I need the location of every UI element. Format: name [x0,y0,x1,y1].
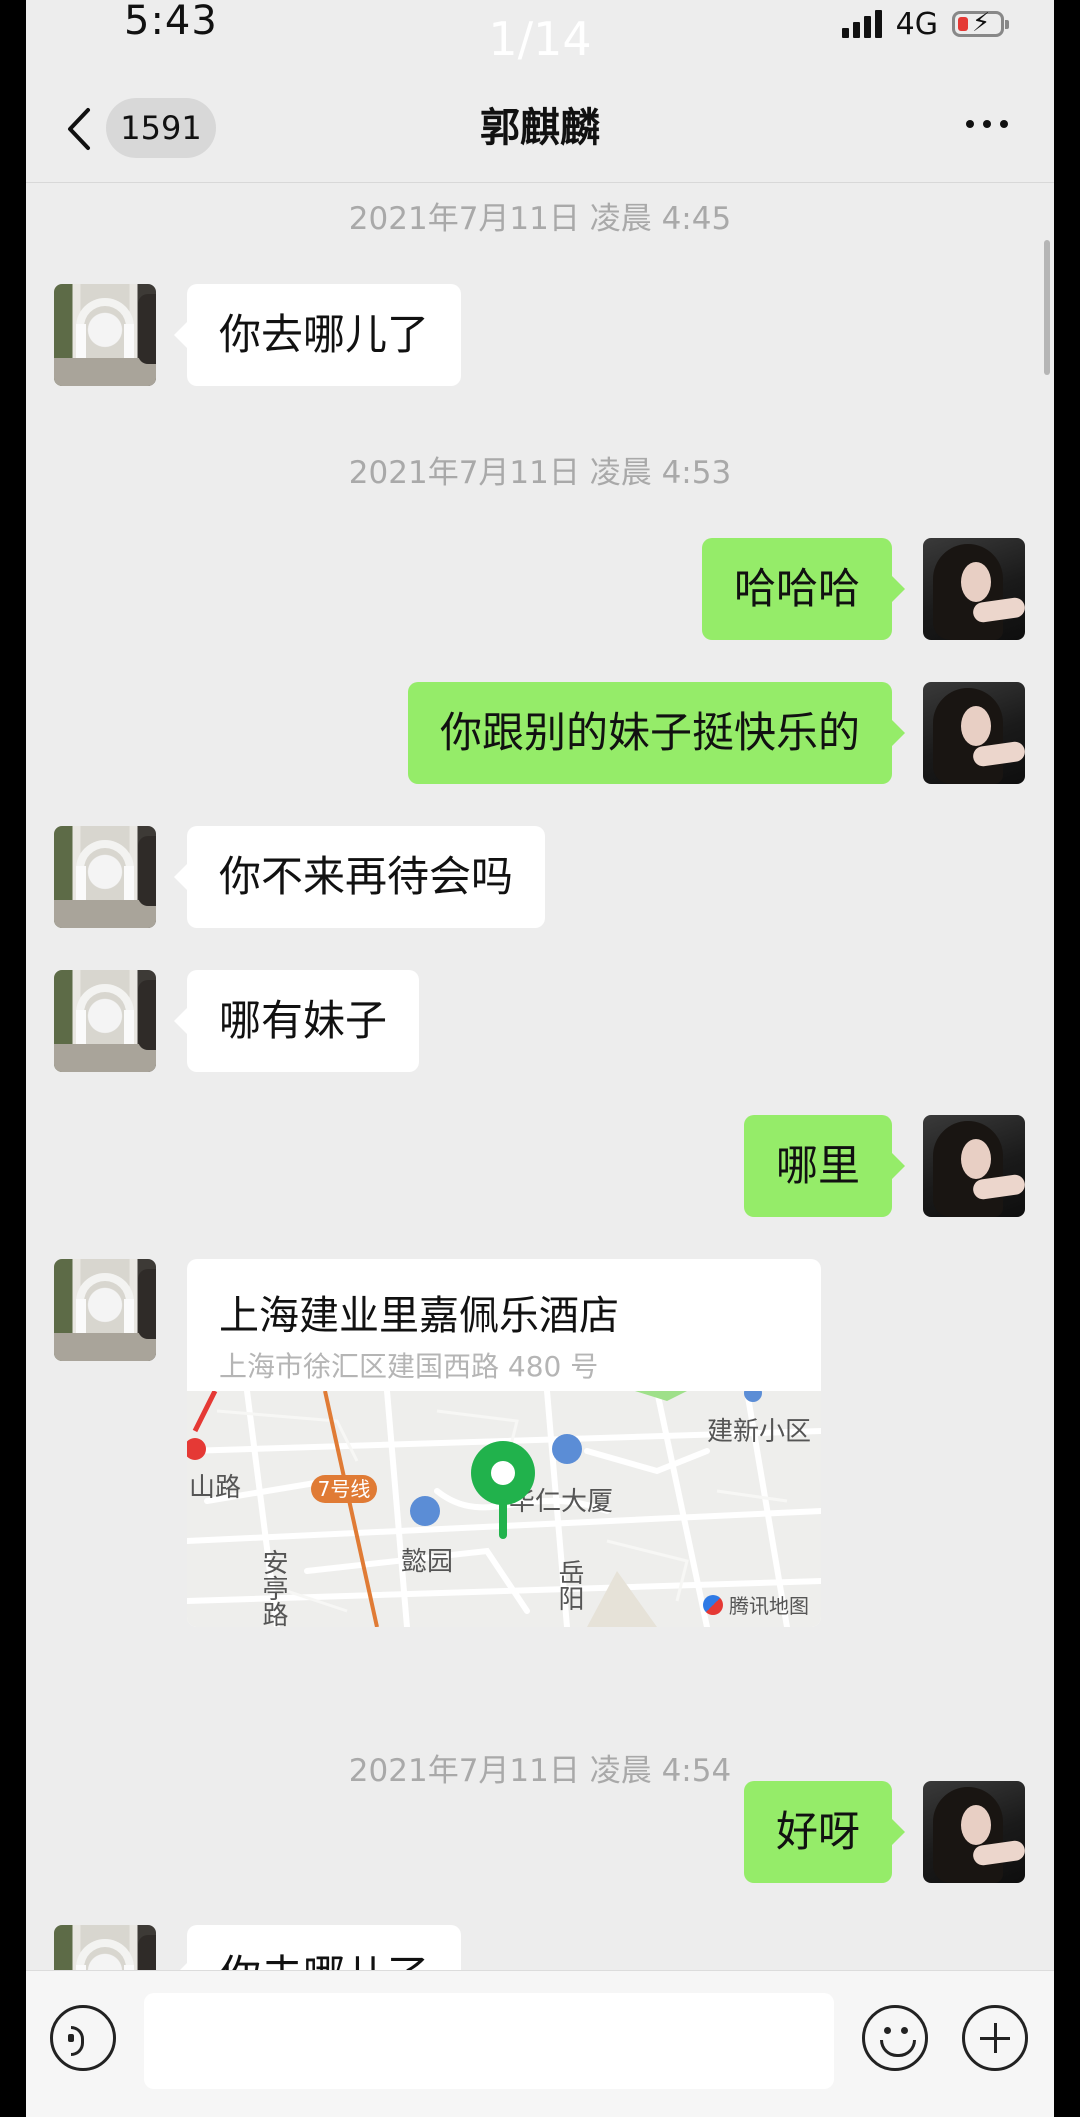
signal-icon [841,10,882,38]
scrollbar[interactable] [1044,240,1050,375]
chat-title: 郭麒麟 [480,105,600,151]
status-bar: 5:43 1/14 4G ⚡ [26,0,1054,66]
network-type: 4G [895,6,938,42]
status-indicators: 4G ⚡ [841,4,1009,44]
map-label: 岳阳 [554,1559,584,1611]
message-input[interactable] [144,1993,834,2089]
avatar[interactable] [923,1115,1025,1217]
timestamp: 2021年7月11日 凌晨 4:45 [348,201,732,237]
avatar[interactable] [923,538,1025,640]
avatar[interactable] [54,970,156,1072]
tencent-map-logo-icon [703,1594,723,1615]
map-provider-label: 腾讯地图 [729,1594,809,1618]
message-bubble[interactable]: 哈哈哈 [701,538,906,640]
avatar[interactable] [923,682,1025,784]
map-label: 山路 [189,1473,242,1503]
message-list[interactable]: 2021年7月11日 凌晨 4:45 你去哪儿了 2021年7月11日 凌晨 4… [26,183,1054,1970]
voice-icon[interactable] [50,2005,116,2071]
location-map[interactable]: 山路 7号线 华仁大厦 建新小区 懿园 安亭路 岳阳 腾讯地图 [187,1391,821,1627]
map-label: 建新小区 [707,1417,812,1447]
more-icon[interactable] [966,120,1008,128]
metro-line-badge: 7号线 [311,1475,377,1503]
message-bubble[interactable]: 你跟别的妹子挺快乐的 [407,682,906,784]
location-card[interactable]: 上海建业里嘉佩乐酒店 上海市徐汇区建国西路 480 号 山路 7号线 华仁大厦 … [187,1259,821,1627]
map-pin-icon [471,1441,535,1505]
map-label: 安亭路 [258,1549,288,1627]
message-bubble[interactable]: 你去哪儿了 [173,1925,462,1970]
emoji-icon[interactable] [862,2005,928,2071]
message-bubble[interactable]: 哪里 [743,1115,906,1217]
avatar[interactable] [54,284,156,386]
map-pin-tail [499,1499,507,1539]
avatar[interactable] [54,826,156,928]
battery-icon: ⚡ [952,8,1009,38]
avatar[interactable] [54,1925,156,1970]
message-bubble[interactable]: 你不来再待会吗 [173,826,546,928]
plus-icon[interactable] [962,2005,1028,2071]
avatar[interactable] [54,1259,156,1361]
map-label: 懿园 [401,1547,454,1577]
timestamp: 2021年7月11日 凌晨 4:54 [348,1753,732,1789]
location-address: 上海市徐汇区建国西路 480 号 [219,1350,599,1383]
timestamp: 2021年7月11日 凌晨 4:53 [348,455,732,491]
location-title: 上海建业里嘉佩乐酒店 [219,1293,619,1339]
message-bubble[interactable]: 哪有妹子 [173,970,420,1072]
message-bubble[interactable]: 你去哪儿了 [173,284,462,386]
phone-screen: 5:43 1/14 4G ⚡ 1591 郭麒麟 2021年7月11日 凌晨 4:… [26,0,1054,2117]
map-provider: 腾讯地图 [703,1590,809,1619]
avatar[interactable] [923,1781,1025,1883]
input-bar [26,1970,1054,2117]
message-bubble[interactable]: 好呀 [743,1781,906,1883]
chat-header: 1591 郭麒麟 [26,62,1054,183]
